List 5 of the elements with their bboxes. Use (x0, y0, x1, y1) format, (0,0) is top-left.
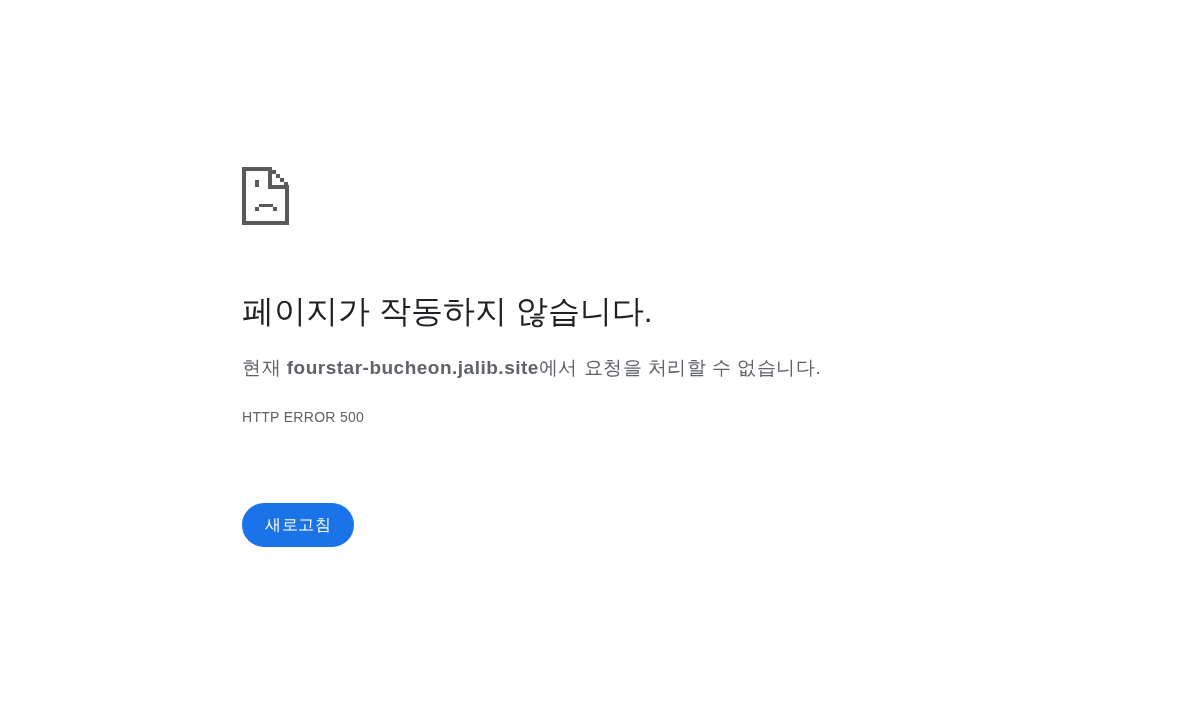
sad-page-icon (242, 167, 289, 225)
error-heading: 페이지가 작동하지 않습니다. (242, 292, 653, 331)
reload-button[interactable]: 새로고침 (242, 503, 354, 547)
error-code: HTTP ERROR 500 (242, 408, 365, 426)
error-message: 현재 fourstar-bucheon.jalib.site에서 요청을 처리할 수 없습니다. (242, 356, 822, 380)
